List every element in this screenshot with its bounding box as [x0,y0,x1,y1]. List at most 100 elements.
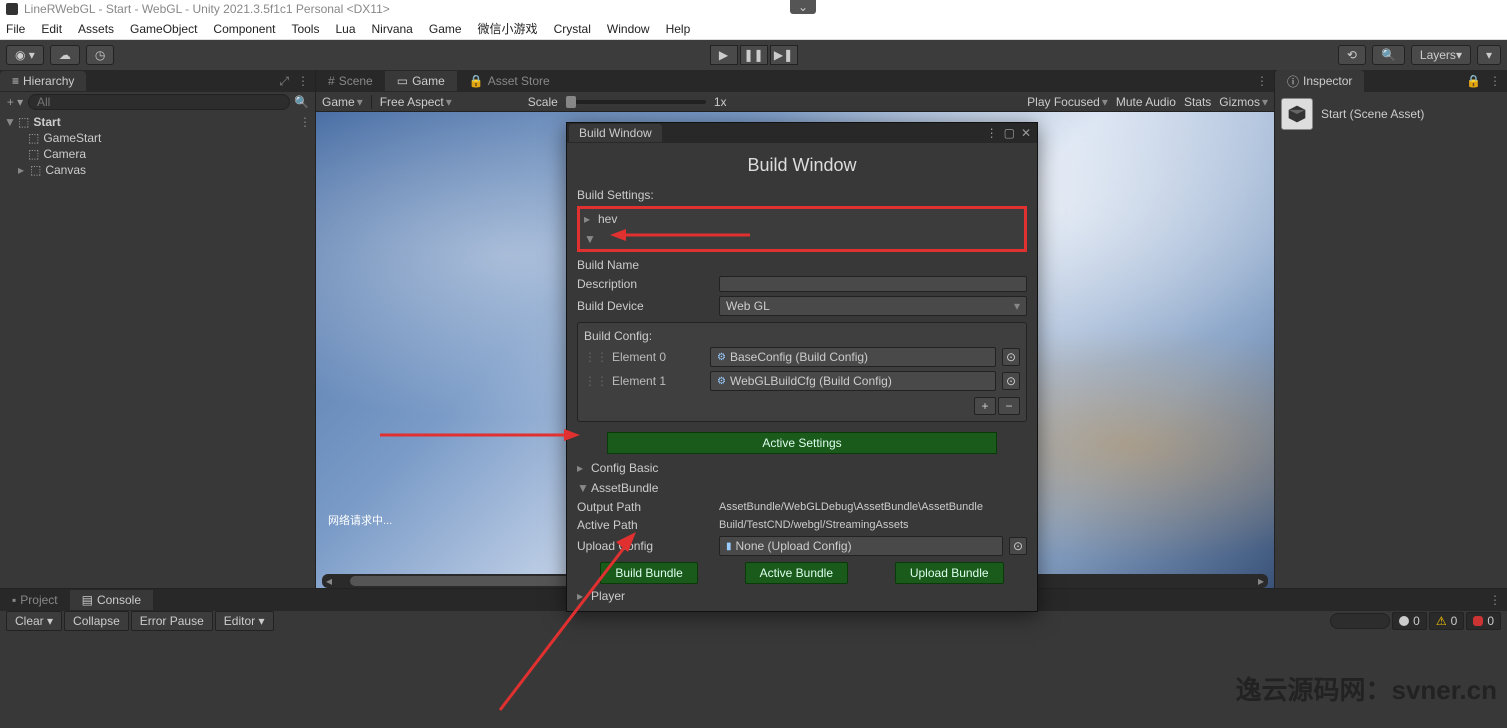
foldout-arrow-icon[interactable]: ▼ [4,115,14,129]
panel-menu-icon[interactable]: ⋮ [297,74,309,89]
maximize-icon[interactable]: ▢ [1004,126,1015,140]
build-bundle-button[interactable]: Build Bundle [600,562,697,584]
hierarchy-tab[interactable]: ≡ Hierarchy [0,71,86,91]
output-path-value: AssetBundle/WebGLDebug\AssetBundle\Asset… [719,501,1027,513]
object-picker-icon[interactable]: ⊙ [1009,537,1027,555]
hierarchy-search-input[interactable] [28,94,290,110]
account-button[interactable]: ◉ ▾ [6,45,44,65]
asset-bundle-foldout[interactable]: ▼AssetBundle [577,478,1027,498]
upload-bundle-button[interactable]: Upload Bundle [895,562,1004,584]
panel-menu-icon[interactable]: ⋮ [1256,74,1268,88]
clear-button[interactable]: Clear ▾ [6,611,62,631]
mute-audio-toggle[interactable]: Mute Audio [1116,95,1176,109]
error-pause-toggle[interactable]: Error Pause [131,611,213,631]
menu-bar: File Edit Assets GameObject Component To… [0,18,1507,40]
tree-item-canvas[interactable]: ▸ ⬚ Canvas [0,162,315,178]
chevron-down-icon[interactable]: ⌄ [790,0,816,14]
collapse-toggle[interactable]: Collapse [64,611,129,631]
menu-crystal[interactable]: Crystal [554,22,591,36]
scene-menu-icon[interactable]: ⋮ [299,115,311,129]
cloud-button[interactable]: ☁ [50,45,80,65]
editor-dropdown[interactable]: Editor ▾ [215,611,274,631]
build-window-title: Build Window [567,143,1037,186]
foldout-arrow-icon: ▼ [584,232,594,246]
active-settings-button[interactable]: Active Settings [607,432,997,454]
asset-store-tab[interactable]: 🔒 Asset Store [457,71,562,91]
stats-toggle[interactable]: Stats [1184,95,1211,109]
step-button[interactable]: ▶❚ [770,45,798,65]
console-tab[interactable]: ▤ Console [70,590,153,610]
gizmos-dropdown[interactable]: Gizmos ▾ [1219,95,1268,109]
active-bundle-button[interactable]: Active Bundle [745,562,848,584]
panel-menu-icon[interactable]: ⋮ [1489,593,1501,607]
layout-dropdown[interactable]: ▾ [1477,45,1501,65]
menu-file[interactable]: File [6,22,25,36]
menu-assets[interactable]: Assets [78,22,114,36]
active-path-label: Active Path [577,518,713,532]
description-field[interactable] [719,276,1027,292]
element-1-field[interactable]: ⚙WebGLBuildCfg (Build Config) [710,371,996,391]
play-focused-dropdown[interactable]: Play Focused ▾ [1027,95,1108,109]
create-dropdown[interactable]: + ▾ [6,95,24,109]
warn-count[interactable]: ⚠0 [1429,612,1464,630]
tree-item-camera[interactable]: ⬚ Camera [0,146,315,162]
window-title: LineRWebGL - Start - WebGL - Unity 2021.… [24,2,390,16]
hev-foldout[interactable]: ▸ hev [580,209,1024,229]
search-icon[interactable]: 🔍 [294,95,309,109]
panel-lock-icon[interactable]: 🔒 [1466,74,1481,88]
watermark-text: 逸云源码网：svner.cn [1235,670,1497,707]
console-search-input[interactable] [1330,613,1390,629]
undo-history-button[interactable]: ⟲ [1338,45,1366,65]
panel-menu-icon[interactable]: ⋮ [1489,74,1501,88]
version-control-button[interactable]: ◷ [86,45,114,65]
remove-element-button[interactable]: − [998,397,1020,415]
foldout-arrow-icon[interactable]: ▸ [16,163,26,177]
menu-game[interactable]: Game [429,22,462,36]
window-menu-icon[interactable]: ⋮ [986,126,998,140]
menu-component[interactable]: Component [213,22,275,36]
close-icon[interactable]: ✕ [1021,126,1031,140]
project-tab[interactable]: ▪ Project [0,590,70,610]
aspect-dropdown[interactable]: Free Aspect ▾ [380,95,452,109]
upload-config-field[interactable]: ▮None (Upload Config) [719,536,1003,556]
menu-nirvana[interactable]: Nirvana [372,22,413,36]
build-window-tab[interactable]: Build Window [569,124,662,142]
menu-lua[interactable]: Lua [335,22,355,36]
element-0-field[interactable]: ⚙BaseConfig (Build Config) [710,347,996,367]
layers-dropdown[interactable]: Layers ▾ [1411,45,1471,65]
search-button[interactable]: 🔍 [1372,45,1405,65]
loading-text: 网络请求中... [328,512,392,528]
menu-edit[interactable]: Edit [41,22,62,36]
info-count[interactable]: 0 [1392,612,1427,630]
menu-window[interactable]: Window [607,22,650,36]
menu-gameobject[interactable]: GameObject [130,22,197,36]
scale-slider[interactable] [566,100,706,104]
display-dropdown[interactable]: Game ▾ [322,95,363,109]
play-button[interactable]: ▶ [710,45,738,65]
foldout-arrow-icon: ▸ [584,212,594,226]
build-config-section: Build Config: ⋮⋮Element 0 ⚙BaseConfig (B… [577,322,1027,422]
scene-row[interactable]: ▼ ⬚ Start ⋮ [0,114,315,130]
object-picker-icon[interactable]: ⊙ [1002,348,1020,366]
menu-help[interactable]: Help [666,22,691,36]
config-basic-foldout[interactable]: ▸Config Basic [577,458,1027,478]
build-device-dropdown[interactable]: Web GL▾ [719,296,1027,316]
player-foldout[interactable]: ▸Player [577,586,1027,606]
add-element-button[interactable]: + [974,397,996,415]
menu-wechat[interactable]: 微信小游戏 [478,20,538,37]
tree-item-gamestart[interactable]: ⬚ GameStart [0,130,315,146]
error-count[interactable]: 0 [1466,612,1501,630]
file-icon: ▮ [726,541,732,552]
pause-button[interactable]: ❚❚ [740,45,768,65]
drag-handle-icon[interactable]: ⋮⋮ [584,350,608,364]
object-picker-icon[interactable]: ⊙ [1002,372,1020,390]
panel-lock-icon[interactable]: ⤢ [279,74,289,89]
empty-foldout[interactable]: ▼ [580,229,1024,249]
drag-handle-icon[interactable]: ⋮⋮ [584,374,608,388]
inspector-tab[interactable]: ⓘ Inspector [1275,70,1364,93]
menu-tools[interactable]: Tools [291,22,319,36]
scene-tab[interactable]: # Scene [316,71,385,91]
game-tab[interactable]: ▭ Game [385,71,457,91]
unity-scene-icon: ⬚ [18,115,29,129]
active-path-value: Build/TestCND/webgl/StreamingAssets [719,519,1027,531]
